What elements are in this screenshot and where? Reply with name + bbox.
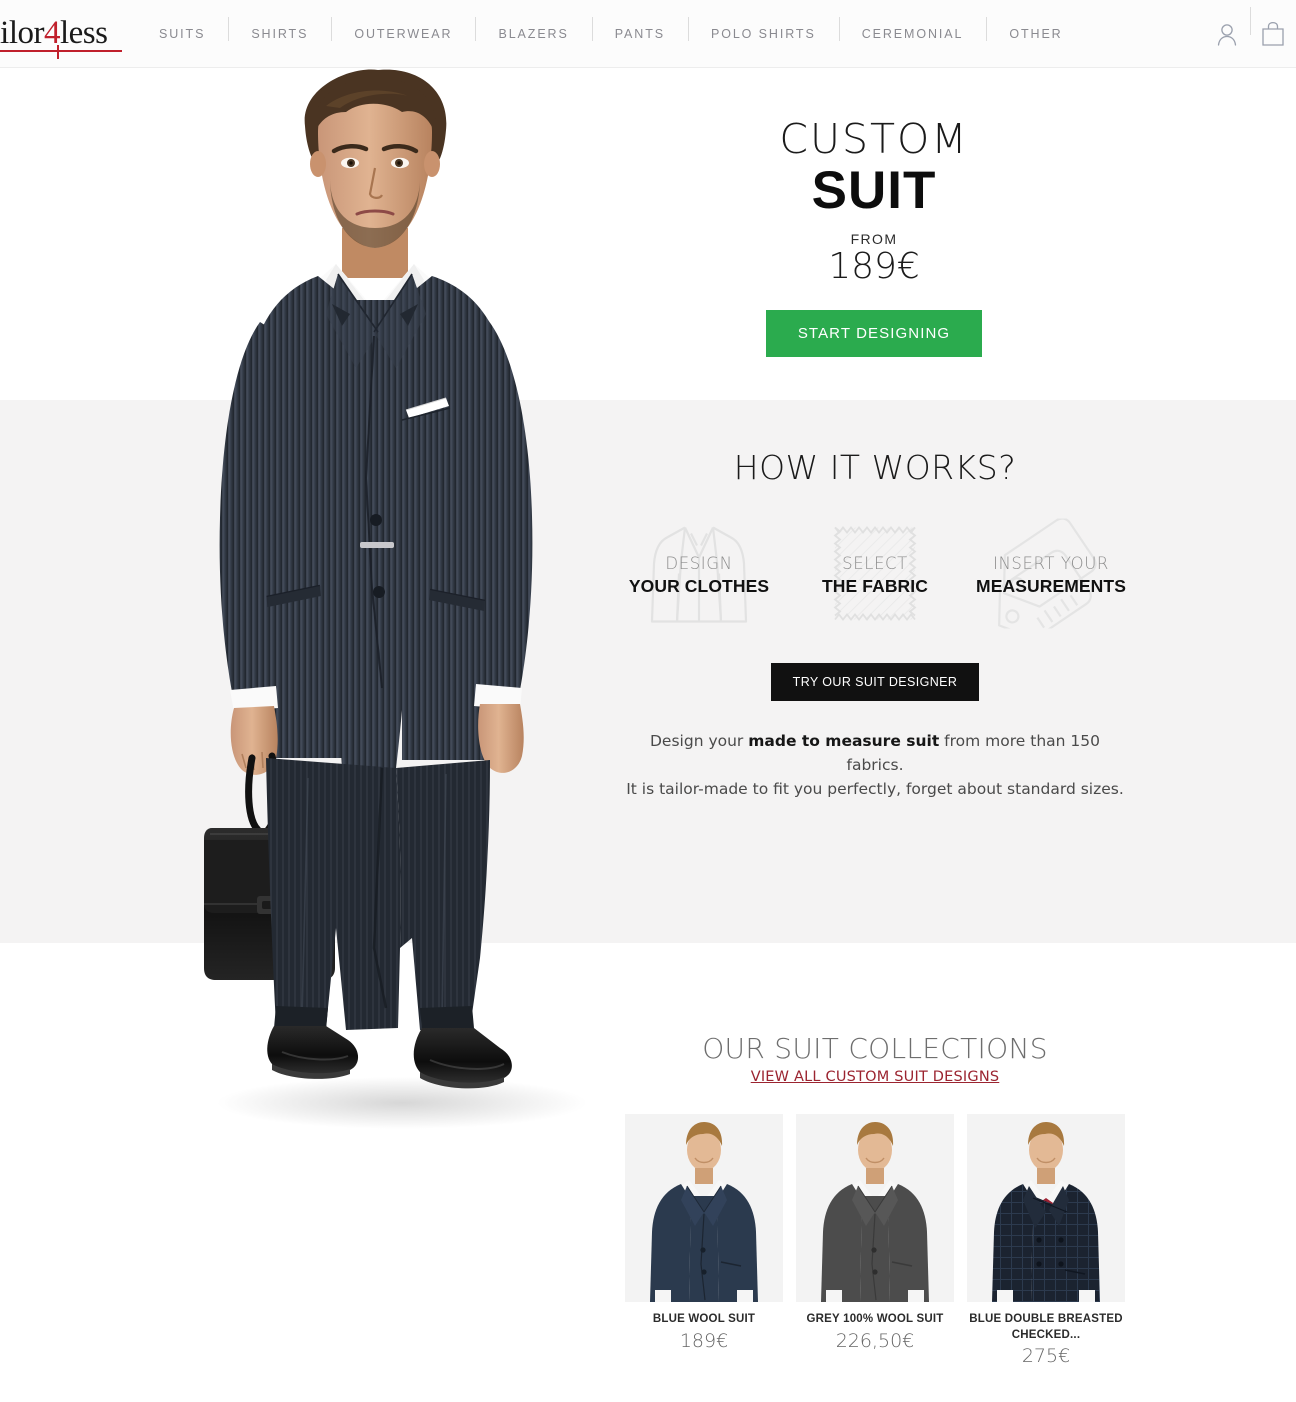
collections-title: OUR SUIT COLLECTIONS xyxy=(702,1032,1048,1065)
product-price: 226,50€ xyxy=(835,1329,915,1352)
view-all-designs-link[interactable]: VIEW ALL CUSTOM SUIT DESIGNS xyxy=(751,1069,1000,1085)
how-it-works-description: Design your made to measure suit from mo… xyxy=(620,729,1130,801)
nav-item-suits[interactable]: SUITS xyxy=(136,27,228,41)
hero-model-image xyxy=(150,68,590,1188)
product-card[interactable]: GREY 100% WOOL SUIT 226,50€ xyxy=(796,1114,954,1367)
product-image-grey-wool-suit xyxy=(796,1114,954,1302)
product-card[interactable]: BLUE DOUBLE BREASTED CHECKED... 275€ xyxy=(967,1114,1125,1367)
product-card-list: BLUE WOOL SUIT 189€ GREY 100% WOOL SUIT … xyxy=(600,1114,1150,1367)
product-price: 189€ xyxy=(679,1329,729,1352)
step-label-line1: SELECT xyxy=(842,554,908,574)
product-name: GREY 100% WOOL SUIT xyxy=(806,1313,944,1325)
try-suit-designer-button[interactable]: TRY OUR SUIT DESIGNER xyxy=(770,663,980,701)
step-label-line2: MEASUREMENTS xyxy=(976,575,1126,596)
hero-price: 189€ xyxy=(828,245,920,287)
desc-bold: made to measure suit xyxy=(748,732,940,750)
product-name: BLUE WOOL SUIT xyxy=(652,1313,756,1325)
step-label-line1: DESIGN xyxy=(665,554,733,574)
logo-underline xyxy=(0,50,122,52)
how-it-works-steps: DESIGN YOUR CLOTHES SELECT THE FABRIC IN… xyxy=(620,517,1130,640)
page-root: ailor4less SUITS SHIRTS OUTERWEAR BLAZER… xyxy=(0,0,1296,1402)
suit-collections-section: OUR SUIT COLLECTIONS VIEW ALL CUSTOM SUI… xyxy=(600,1032,1150,1367)
desc-line-2: It is tailor-made to fit you perfectly, … xyxy=(626,780,1124,799)
logo-prefix: ailor xyxy=(0,15,44,51)
step-select-the-fabric[interactable]: SELECT THE FABRIC xyxy=(799,523,951,629)
nav-item-ceremonial[interactable]: CEREMONIAL xyxy=(838,16,987,41)
logo-stem xyxy=(57,44,59,59)
nav-item-outerwear[interactable]: OUTERWEAR xyxy=(331,16,475,41)
hero-from-label: FROM xyxy=(850,230,898,247)
product-card[interactable]: BLUE WOOL SUIT 189€ xyxy=(625,1114,783,1367)
logo-suffix: less xyxy=(59,15,108,51)
nav-item-other[interactable]: OTHER xyxy=(986,16,1085,41)
product-name: BLUE DOUBLE BREASTED CHECKED... xyxy=(969,1313,1123,1341)
main-navigation: SUITS SHIRTS OUTERWEAR BLAZERS PANTS POL… xyxy=(136,16,1086,41)
site-logo[interactable]: ailor4less xyxy=(0,10,122,59)
step-label-line2: THE FABRIC xyxy=(822,575,928,596)
step-design-your-clothes[interactable]: DESIGN YOUR CLOTHES xyxy=(623,523,775,629)
how-it-works-section: HOW IT WORKS? DESIGN YOUR CLOTHES SELECT… xyxy=(620,448,1130,801)
nav-item-shirts[interactable]: SHIRTS xyxy=(228,16,331,41)
desc-part-1: Design your xyxy=(650,732,749,750)
nav-item-blazers[interactable]: BLAZERS xyxy=(475,16,591,41)
nav-item-polo-shirts[interactable]: POLO SHIRTS xyxy=(687,16,839,41)
site-header: ailor4less SUITS SHIRTS OUTERWEAR BLAZER… xyxy=(0,0,1296,68)
shopping-bag-icon[interactable] xyxy=(1250,6,1296,47)
hero-title-light: CUSTOM xyxy=(779,115,969,163)
step-insert-your-measurements[interactable]: INSERT YOUR MEASUREMENTS xyxy=(975,517,1127,640)
header-actions xyxy=(1204,0,1296,67)
nav-item-pants[interactable]: PANTS xyxy=(591,16,688,41)
product-price: 275€ xyxy=(1021,1345,1071,1368)
step-label-line2: YOUR CLOTHES xyxy=(628,575,770,596)
hero-title-bold: SUIT xyxy=(811,161,937,221)
how-it-works-title: HOW IT WORKS? xyxy=(733,448,1017,487)
start-designing-button[interactable]: START DESIGNING xyxy=(765,310,983,358)
step-label-line1: INSERT YOUR xyxy=(992,554,1109,574)
user-account-icon[interactable] xyxy=(1204,22,1250,46)
hero-text-block: CUSTOM SUIT FROM 189€ START DESIGNING xyxy=(660,115,1088,358)
logo-text: ailor4less xyxy=(0,15,108,51)
product-image-blue-wool-suit xyxy=(625,1114,783,1302)
product-image-blue-double-breasted xyxy=(967,1114,1125,1302)
